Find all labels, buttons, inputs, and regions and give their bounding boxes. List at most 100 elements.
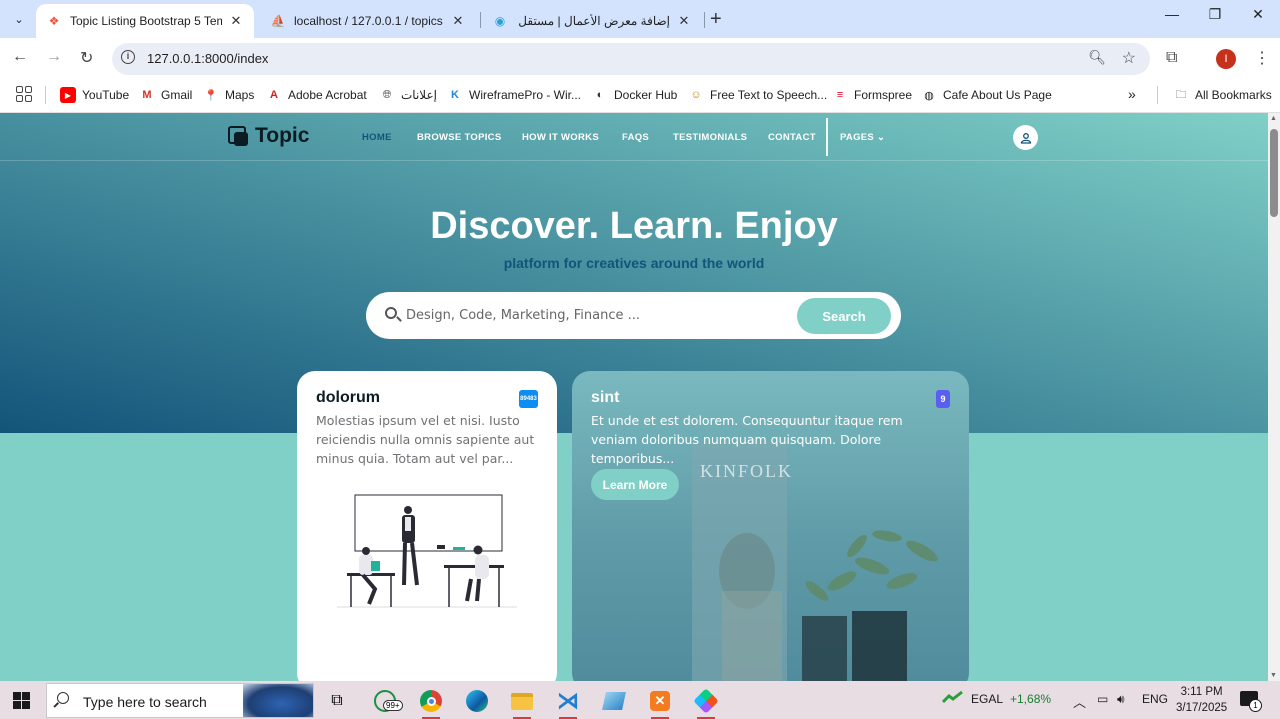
meet-now-icon[interactable]: ▭ (1097, 692, 1108, 706)
bookmark-label: Formspree (854, 88, 913, 102)
maps-icon: 📍 (204, 89, 218, 102)
vscode-icon[interactable]: ⋊ (551, 686, 585, 719)
nav-home[interactable]: HOME (362, 132, 392, 143)
bookmark-divider (1157, 86, 1158, 104)
nav-faqs[interactable]: FAQS (622, 132, 649, 143)
all-bookmarks[interactable]: 🗀 All Bookmarks (1173, 87, 1272, 103)
bookmark-label: Maps (225, 88, 255, 102)
user-account-button[interactable] (1013, 125, 1038, 150)
figma-like-app-icon[interactable] (689, 686, 723, 719)
close-window-button[interactable]: ✕ (1238, 6, 1278, 23)
clock-time: 3:11 PM (1180, 686, 1223, 698)
whatsapp-badge: 99+ (383, 700, 403, 711)
language-indicator[interactable]: ENG (1142, 692, 1168, 706)
formspree-icon: ≡ (836, 89, 844, 101)
nav-pages-dropdown[interactable]: PAGES ⌄ (840, 132, 885, 143)
laravel-icon: ❖ (48, 14, 60, 28)
search-input[interactable] (406, 304, 786, 326)
windows-start-icon[interactable] (13, 692, 30, 709)
stock-chart-icon (941, 690, 964, 707)
system-clock[interactable]: 3:11 PM 3/17/2025 (1176, 684, 1227, 716)
gmail-icon: M (142, 89, 152, 101)
bookmark-label: YouTube (82, 88, 130, 102)
bookmark-ads[interactable]: 🌐︎ إعلانات (379, 87, 437, 103)
new-tab-button[interactable]: + (710, 8, 722, 31)
bookmark-adobe-acrobat[interactable]: A Adobe Acrobat (266, 87, 367, 103)
task-view-icon[interactable]: ⧉ (320, 686, 354, 716)
chrome-icon[interactable] (414, 686, 448, 719)
nav-how-it-works[interactable]: HOW IT WORKS (522, 132, 599, 143)
zoom-icon[interactable]: 🔍︎ (1088, 49, 1106, 66)
forward-button[interactable]: → (46, 48, 62, 66)
scroll-up-arrow-icon[interactable]: ▲ (1270, 115, 1277, 122)
url-text[interactable]: 127.0.0.1:8000/index (147, 51, 268, 66)
nav-contact[interactable]: CONTACT (768, 132, 816, 143)
scroll-down-arrow-icon[interactable]: ▼ (1270, 672, 1277, 679)
reload-button[interactable]: ↻ (80, 48, 93, 68)
notes-app-icon[interactable] (597, 686, 631, 716)
back-button[interactable]: ← (12, 48, 28, 66)
card-badge: 9 (936, 390, 950, 408)
bookmark-label: إعلانات (401, 88, 437, 102)
stock-change[interactable]: +1,68% (1010, 692, 1051, 706)
search-button[interactable]: Search (797, 298, 891, 334)
hero-title: Discover. Learn. Enjoy (430, 205, 838, 247)
menu-icon[interactable]: ⋮ (1254, 48, 1270, 68)
topic-card-sint[interactable]: KINFOLK sint 9 Et unde et est dolorem. C… (572, 371, 969, 681)
tts-icon: ☺ (690, 89, 702, 101)
nav-divider (826, 118, 828, 156)
magazine-plant-photo: KINFOLK (692, 441, 938, 681)
minimize-button[interactable]: — (1152, 6, 1192, 22)
bookmark-cafe-about[interactable]: ◍ Cafe About Us Page (921, 87, 1052, 103)
docker-icon: ◐ (596, 89, 604, 101)
nav-browse-topics[interactable]: BROWSE TOPICS (417, 132, 501, 143)
bookmark-maps[interactable]: 📍 Maps (203, 87, 254, 103)
site-navbar: Topic HOME BROWSE TOPICS HOW IT WORKS FA… (0, 113, 1268, 161)
card-badge: 89483 (519, 390, 538, 408)
close-tab-icon[interactable]: ✕ (228, 13, 244, 29)
chevron-up-icon[interactable]: ︿ (1073, 692, 1086, 711)
extensions-icon[interactable]: ⧉ (1166, 49, 1177, 67)
nav-pages-label: PAGES (840, 132, 875, 143)
bookmark-wireframepro[interactable]: K WireframePro - Wir... (447, 87, 581, 103)
file-explorer-icon[interactable] (505, 686, 539, 719)
edge-icon[interactable] (460, 686, 494, 716)
tab-mostaql[interactable]: ◉ إضافة معرض الأعمال | مستقل ✕ (482, 4, 702, 38)
bookmark-formspree[interactable]: ≡ Formspree (832, 87, 912, 103)
topic-card-dolorum[interactable]: dolorum 89483 Molestias ipsum vel et nis… (297, 371, 557, 681)
address-bar[interactable]: i 127.0.0.1:8000/index 🔍︎ ☆ (112, 43, 1150, 75)
restore-button[interactable]: ❐ (1195, 6, 1235, 23)
taskbar-search-placeholder: Type here to search (83, 694, 207, 710)
apps-icon[interactable] (16, 86, 32, 102)
close-tab-icon[interactable]: ✕ (450, 13, 466, 29)
whatsapp-icon[interactable]: 99+ (368, 686, 403, 716)
learn-more-button[interactable]: Learn More (591, 469, 679, 500)
phpmyadmin-icon: ⛵ (270, 14, 286, 28)
tab-topic-listing[interactable]: ❖ Topic Listing Bootstrap 5 Templ ✕ (36, 4, 254, 38)
profile-avatar[interactable]: I (1216, 49, 1236, 69)
page-scrollbar[interactable]: ▲ ▼ (1268, 113, 1280, 681)
acrobat-icon: A (270, 89, 278, 101)
site-info-icon[interactable]: i (121, 50, 135, 64)
more-bookmarks-chevron-icon[interactable]: » (1128, 86, 1136, 102)
brand-logo-icon (228, 126, 248, 146)
card-title: dolorum (316, 389, 380, 406)
close-tab-icon[interactable]: ✕ (676, 13, 692, 29)
bookmark-label: Gmail (161, 88, 193, 102)
user-icon (1020, 132, 1031, 144)
xampp-icon[interactable]: ✕ (643, 686, 677, 719)
stock-name[interactable]: EGAL (971, 692, 1003, 706)
tab-search-button[interactable]: ⌄ (8, 8, 30, 30)
volume-icon[interactable]: 🔊︎ (1117, 692, 1125, 707)
bookmark-star-icon[interactable]: ☆ (1122, 48, 1136, 68)
tab-phpmyadmin[interactable]: ⛵ localhost / 127.0.0.1 / topics / t ✕ (260, 4, 476, 38)
chevron-down-icon: ⌄ (877, 132, 886, 143)
bookmark-youtube[interactable]: ▶ YouTube (60, 87, 129, 103)
bookmark-gmail[interactable]: M Gmail (139, 87, 192, 103)
nav-testimonials[interactable]: TESTIMONIALS (673, 132, 747, 143)
taskbar-search[interactable]: Type here to search (46, 683, 314, 718)
scrollbar-thumb[interactable] (1270, 129, 1278, 217)
site-brand[interactable]: Topic (228, 124, 309, 148)
bookmark-tts[interactable]: ☺ Free Text to Speech... (688, 87, 827, 103)
bookmark-docker-hub[interactable]: ◐ Docker Hub (592, 87, 678, 103)
